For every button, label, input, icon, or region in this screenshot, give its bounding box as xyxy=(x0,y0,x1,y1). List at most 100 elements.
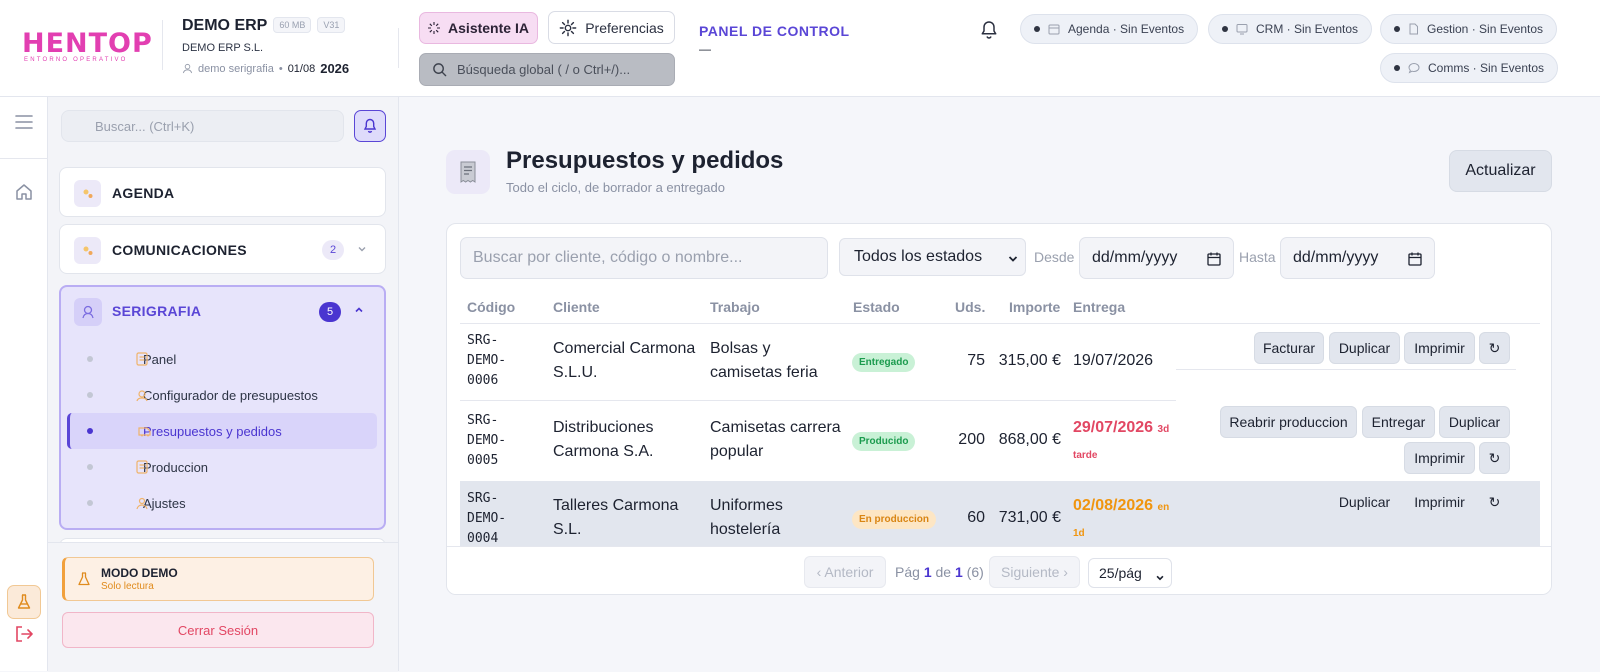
row-divider xyxy=(1176,369,1516,370)
column-header-status[interactable]: Estado xyxy=(853,299,900,315)
global-search-placeholder: Búsqueda global ( / o Ctrl+/)... xyxy=(457,62,631,77)
delivery-date: 19/07/2026 xyxy=(1073,352,1154,369)
column-header-job[interactable]: Trabajo xyxy=(710,299,760,315)
refresh-button[interactable]: Actualizar xyxy=(1449,150,1552,192)
flask-icon xyxy=(78,572,90,591)
order-code: SRG- DEMO- 0005 xyxy=(467,413,507,468)
chevron-down-icon xyxy=(1007,252,1019,270)
logo-subtitle: ENTORNO OPERATIVO xyxy=(24,57,128,63)
reopen-production-button[interactable]: Reabrir produccion xyxy=(1220,406,1357,438)
sidebar-item-label: Ajustes xyxy=(143,495,186,511)
client-name: Talleres Carmona S.L. xyxy=(553,497,679,538)
page-size-select[interactable]: 25/pág xyxy=(1088,558,1172,588)
logout-icon[interactable] xyxy=(14,624,34,649)
notifications-bell-icon[interactable] xyxy=(980,20,998,45)
preferences-button[interactable]: Preferencias xyxy=(548,11,675,44)
table-row[interactable]: SRG- DEMO- 0006 Comercial Carmona S.L.U. Bo… xyxy=(460,324,1540,400)
status-dot xyxy=(1034,26,1040,32)
page-subtitle: Todo el ciclo, de borrador a entregado xyxy=(506,180,725,195)
refresh-row-icon[interactable]: ↻ xyxy=(1479,486,1510,518)
deliver-button[interactable]: Entregar xyxy=(1362,406,1435,438)
gestion-events-chip[interactable]: Gestion · Sin Eventos xyxy=(1380,14,1558,44)
sidebar-item-panel[interactable]: Panel xyxy=(67,341,377,377)
units-value: 60 xyxy=(967,509,985,526)
print-button[interactable]: Imprimir xyxy=(1404,332,1475,364)
document-icon xyxy=(1409,23,1418,35)
chevron-up-icon xyxy=(353,303,365,321)
orders-search-input[interactable]: Buscar por cliente, código o nombre... xyxy=(460,237,828,279)
job-name: Bolsas y camisetas feria xyxy=(710,340,818,381)
sidebar-item-presupuestos-pedidos[interactable]: Presupuestos y pedidos xyxy=(67,413,377,449)
duplicate-button[interactable]: Duplicar xyxy=(1439,406,1510,438)
status-filter-value: Todos los estados xyxy=(854,248,983,265)
global-search-input[interactable]: Búsqueda global ( / o Ctrl+/)... xyxy=(419,53,675,86)
user-icon xyxy=(182,63,193,74)
configurator-icon xyxy=(135,388,149,405)
column-header-code[interactable]: Código xyxy=(467,299,515,315)
status-filter-select[interactable]: Todos los estados xyxy=(839,238,1026,276)
sidebar-item-configurador[interactable]: Configurador de presupuestos xyxy=(67,377,377,413)
units-value: 75 xyxy=(967,352,985,369)
print-button[interactable]: Imprimir xyxy=(1404,442,1475,474)
section-count-badge: 2 xyxy=(322,240,344,260)
client-name: Distribuciones Carmona S.A. xyxy=(553,419,654,460)
sidebar: Buscar... (Ctrl+K) AGENDA COMUNICACIONES… xyxy=(48,97,399,672)
logo-text: HENTOP xyxy=(22,28,153,59)
agenda-events-chip[interactable]: Agenda · Sin Eventos xyxy=(1020,14,1199,44)
logout-button[interactable]: Cerrar Sesión xyxy=(62,612,374,648)
next-page-button[interactable]: Siguiente › xyxy=(989,556,1080,588)
sidebar-search-input[interactable]: Buscar... (Ctrl+K) xyxy=(61,110,344,142)
table-row[interactable]: SRG- DEMO- 0005 Distribuciones Carmona S.A.… xyxy=(460,401,1540,481)
amount-value: 731,00 € xyxy=(998,509,1061,526)
page-size-value: 25/pág xyxy=(1099,565,1142,581)
duplicate-button[interactable]: Duplicar xyxy=(1329,332,1400,364)
company-legal-name: DEMO ERP S.L. xyxy=(182,42,264,54)
storage-badge: 60 MB xyxy=(273,17,312,33)
orders-search-placeholder: Buscar por cliente, código o nombre... xyxy=(473,249,743,266)
status-badge: Producido xyxy=(852,432,916,451)
invoice-button[interactable]: Facturar xyxy=(1254,332,1324,364)
menu-toggle-icon[interactable] xyxy=(14,114,34,135)
date-to-placeholder: dd/mm/yyyy xyxy=(1293,249,1379,266)
sidebar-pin-bell-button[interactable] xyxy=(354,110,386,142)
sidebar-item-produccion[interactable]: Produccion xyxy=(67,449,377,485)
sidebar-item-ajustes[interactable]: Ajustes xyxy=(67,485,377,521)
bullet xyxy=(87,428,93,434)
home-icon[interactable] xyxy=(14,182,34,207)
bullet xyxy=(87,500,93,506)
previous-page-button[interactable]: ‹ Anterior xyxy=(804,556,886,588)
divider xyxy=(162,20,163,70)
serigrafia-section-header[interactable]: SERIGRAFIA 5 xyxy=(61,287,384,337)
column-header-delivery[interactable]: Entrega xyxy=(1073,299,1125,315)
column-header-amount[interactable]: Importe xyxy=(1009,299,1060,315)
refresh-row-icon[interactable]: ↻ xyxy=(1479,332,1510,364)
calendar-icon[interactable] xyxy=(1408,252,1422,271)
refresh-row-icon[interactable]: ↻ xyxy=(1479,442,1510,474)
calendar-icon[interactable] xyxy=(1207,252,1221,271)
bullet xyxy=(87,392,93,398)
print-button[interactable]: Imprimir xyxy=(1404,486,1475,518)
date-from-input[interactable]: dd/mm/yyyy xyxy=(1079,237,1234,279)
amount-value: 315,00 € xyxy=(998,352,1061,369)
column-header-client[interactable]: Cliente xyxy=(553,299,600,315)
crm-events-chip[interactable]: CRM · Sin Eventos xyxy=(1208,14,1373,44)
table-row-highlighted[interactable]: SRG- DEMO- 0004 Talleres Carmona S.L. Unifo… xyxy=(460,481,1540,547)
order-code: SRG- DEMO- 0006 xyxy=(467,333,507,388)
orders-table-card: Buscar por cliente, código o nombre... T… xyxy=(446,223,1552,595)
sidebar-section-serigrafia: SERIGRAFIA 5 Panel Configurador de presu… xyxy=(59,285,386,530)
status-badge: Entregado xyxy=(852,353,916,372)
duplicate-button[interactable]: Duplicar xyxy=(1329,486,1400,518)
comms-events-chip[interactable]: Comms · Sin Eventos xyxy=(1380,53,1559,83)
date-to-input[interactable]: dd/mm/yyyy xyxy=(1280,237,1435,279)
column-header-units[interactable]: Uds. xyxy=(955,299,985,315)
job-name: Uniformes hostelería xyxy=(710,497,783,538)
app-logo[interactable]: HENTOP ENTORNO OPERATIVO xyxy=(22,28,153,66)
company-name: DEMO ERP xyxy=(182,17,268,34)
sidebar-section-comunicaciones[interactable]: COMUNICACIONES 2 xyxy=(59,224,386,274)
demo-mode-flask-icon[interactable] xyxy=(7,585,41,619)
orders-icon xyxy=(138,424,152,441)
bullet xyxy=(87,464,93,470)
order-code: SRG- DEMO- 0004 xyxy=(467,491,507,546)
sidebar-section-agenda[interactable]: AGENDA xyxy=(59,167,386,217)
ai-assistant-button[interactable]: Asistente IA xyxy=(419,12,538,44)
